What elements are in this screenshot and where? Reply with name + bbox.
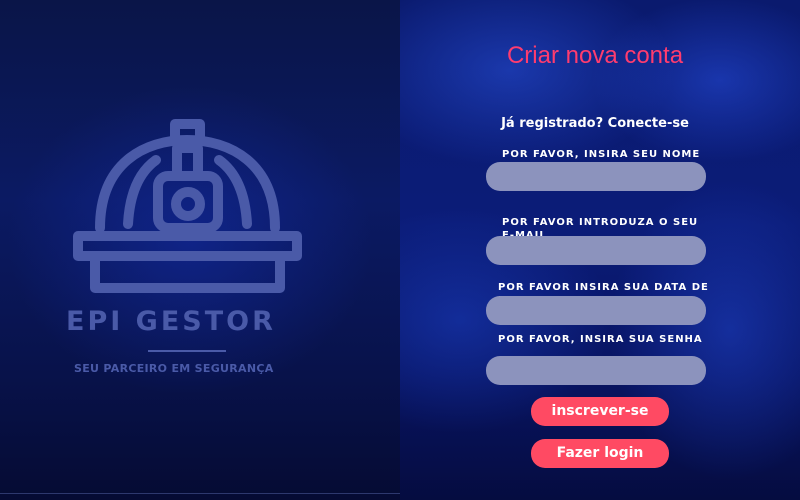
hard-hat-icon [73, 119, 302, 293]
brand-divider [148, 350, 226, 352]
password-input[interactable] [486, 356, 706, 385]
signup-page: EPI GESTOR SEU PARCEIRO EM SEGURANÇA Cri… [0, 0, 800, 500]
login-link[interactable]: Já registrado? Conecte-se [400, 116, 790, 131]
brand-tagline: SEU PARCEIRO EM SEGURANÇA [74, 362, 274, 375]
birthdate-input[interactable] [486, 296, 706, 325]
signup-button[interactable]: inscrever-se [531, 397, 669, 426]
password-label-text: POR FAVOR, INSIRA SUA SENHA [498, 334, 703, 345]
login-button[interactable]: Fazer login [531, 439, 669, 468]
brand-panel: EPI GESTOR SEU PARCEIRO EM SEGURANÇA [0, 0, 400, 500]
name-input[interactable] [486, 162, 706, 191]
email-input[interactable] [486, 236, 706, 265]
name-label-text: POR FAVOR, INSIRA SEU NOME [502, 149, 701, 160]
password-label: POR FAVOR, INSIRA SUA SENHA [498, 333, 703, 346]
page-title: Criar nova conta [506, 42, 684, 69]
name-label: POR FAVOR, INSIRA SEU NOME [502, 148, 700, 161]
brand-name: EPI GESTOR [66, 306, 276, 337]
